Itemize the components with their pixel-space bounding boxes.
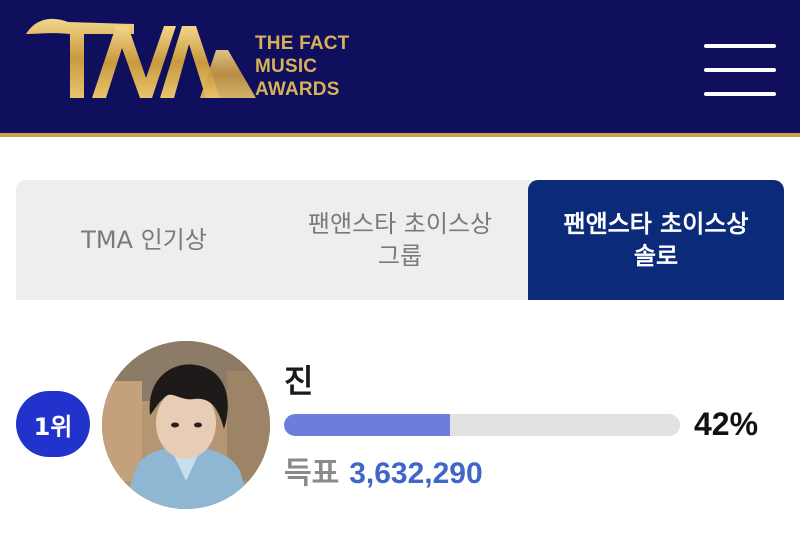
award-tabs: TMA 인기상 팬앤스타 초이스상 그룹 팬앤스타 초이스상 솔로 bbox=[16, 180, 784, 300]
logo-line-3: AWARDS bbox=[255, 79, 340, 100]
vote-count-label: 득표 bbox=[284, 457, 340, 490]
tab-label-line-2: 솔로 bbox=[633, 242, 679, 270]
logo-line-2: MUSIC bbox=[255, 56, 318, 77]
vote-percent: 42% bbox=[694, 406, 759, 442]
artist-name: 진 bbox=[284, 363, 314, 399]
logo-line-1: THE FACT bbox=[255, 33, 350, 54]
tab-label-line-1: 팬앤스타 초이스상 bbox=[563, 210, 749, 238]
site-header: THE FACT MUSIC AWARDS bbox=[0, 0, 800, 137]
vote-count: 득표 3,632,290 bbox=[284, 448, 483, 492]
avatar[interactable] bbox=[102, 341, 270, 509]
rank-badge: 1위 bbox=[16, 391, 90, 457]
menu-bar-2 bbox=[704, 68, 776, 72]
vote-progress-fill bbox=[284, 414, 451, 436]
tab-label-line-2: 그룹 bbox=[377, 242, 423, 270]
vote-progress-bar bbox=[284, 414, 680, 436]
menu-bar-3 bbox=[704, 92, 776, 96]
tab-label-line-1: 팬앤스타 초이스상 bbox=[307, 210, 493, 238]
tab-tma-popularity[interactable]: TMA 인기상 bbox=[16, 180, 272, 300]
tab-fanstar-choice-group[interactable]: 팬앤스타 초이스상 그룹 bbox=[272, 180, 528, 300]
menu-bar-1 bbox=[704, 44, 776, 48]
tab-label: TMA 인기상 bbox=[81, 226, 207, 254]
hamburger-icon[interactable] bbox=[700, 40, 778, 100]
tab-fanstar-choice-solo[interactable]: 팬앤스타 초이스상 솔로 bbox=[528, 180, 784, 300]
tma-logo-mark[interactable] bbox=[22, 12, 262, 102]
vote-count-number: 3,632,290 bbox=[349, 457, 483, 490]
avatar-photo bbox=[102, 341, 270, 509]
logo-wordmark: THE FACT MUSIC AWARDS bbox=[255, 32, 350, 101]
